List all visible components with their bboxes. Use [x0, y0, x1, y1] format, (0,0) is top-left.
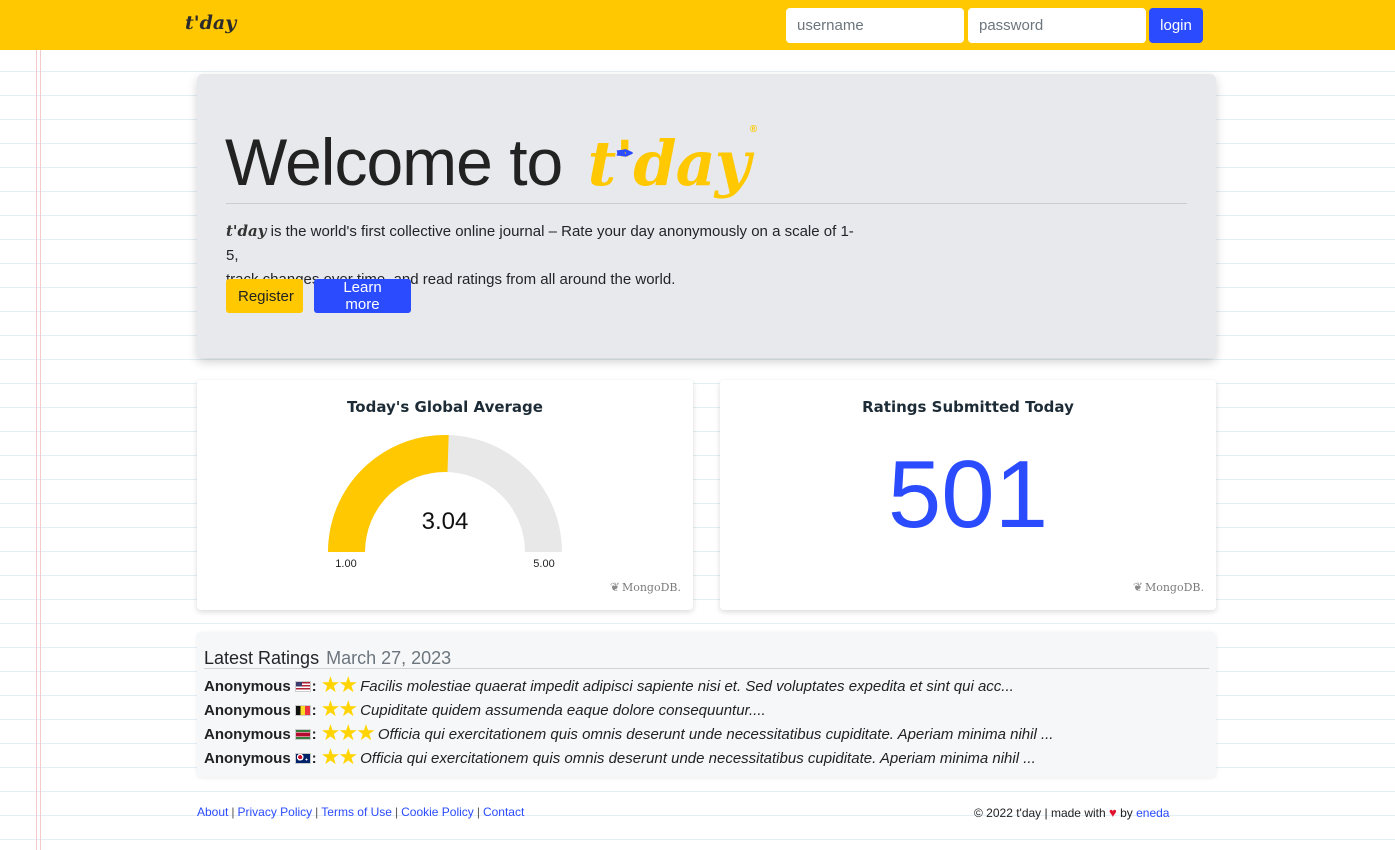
- brand-logo[interactable]: t'day: [185, 12, 236, 34]
- rating-text: Officia qui exercitationem quis omnis de…: [360, 750, 1036, 767]
- heart-icon: ♥: [1109, 805, 1117, 820]
- footer-link-about[interactable]: About: [197, 805, 228, 819]
- rating-row: Anonymous: ★★ Facilis molestiae quaerat im…: [204, 672, 1014, 697]
- welcome-jumbotron: Welcome to t'day ✒ ® t'day is the world's …: [197, 74, 1216, 358]
- feather-icon: ✒: [615, 141, 634, 167]
- register-button[interactable]: Register: [226, 279, 303, 313]
- username-input[interactable]: [786, 8, 964, 43]
- rating-stars: ★★: [320, 744, 358, 769]
- rating-stars: ★★: [320, 696, 358, 721]
- footer-separator: |: [476, 805, 480, 819]
- heading-divider: [226, 203, 1187, 204]
- rating-row: Anonymous: ★★★ Officia qui exercitationem …: [204, 720, 1054, 745]
- au-flag-icon: [294, 753, 311, 764]
- author-link[interactable]: eneda: [1136, 806, 1169, 820]
- rating-user: Anonymous: [204, 678, 291, 695]
- rating-user: Anonymous: [204, 726, 291, 743]
- rating-user: Anonymous: [204, 750, 291, 767]
- ratings-count-value: 501: [887, 441, 1049, 548]
- ratings-count-title: Ratings Submitted Today: [862, 398, 1074, 416]
- learn-more-button[interactable]: Learn more: [314, 279, 411, 313]
- footer-link-terms[interactable]: Terms of Use: [321, 805, 392, 819]
- footer-link-cookie[interactable]: Cookie Policy: [401, 805, 474, 819]
- footer-copyright: © 2022 t'day | made with: [974, 806, 1106, 820]
- rating-row: Anonymous: ★★ Officia qui exercitationem q…: [204, 744, 1036, 769]
- rating-text: Cupiditate quidem assumenda eaque dolore…: [360, 702, 766, 719]
- gauge-chart: 3.04 1.00 5.00: [328, 435, 562, 570]
- latest-ratings-divider: [204, 668, 1209, 669]
- intro-text-line-1: is the world's first collective online j…: [226, 223, 854, 264]
- latest-ratings-date: March 27, 2023: [326, 648, 452, 668]
- login-button[interactable]: login: [1149, 8, 1203, 43]
- footer-separator: |: [231, 805, 235, 819]
- ratings-count-card: Ratings Submitted Today 501 ❦ MongoDB.: [720, 380, 1216, 610]
- top-navbar: t'day login: [0, 0, 1395, 50]
- password-input[interactable]: [968, 8, 1146, 43]
- mongodb-leaf-icon: ❦: [609, 580, 620, 594]
- rating-row: Anonymous: ★★ Cupiditate quidem assumenda …: [204, 696, 766, 721]
- welcome-logo-text: t'day: [587, 127, 751, 200]
- footer-links: About | Privacy Policy | Terms of Use | Cookie…: [197, 805, 524, 819]
- footer-by: by: [1120, 806, 1133, 820]
- latest-ratings-title: Latest Ratings: [204, 648, 320, 668]
- footer-separator: |: [315, 805, 319, 819]
- mongodb-leaf-icon: ❦: [1132, 580, 1143, 594]
- mongodb-attribution: ❦ MongoDB.: [1133, 580, 1204, 594]
- sr-flag-icon: [294, 729, 311, 740]
- intro-logo: t'day: [226, 222, 267, 240]
- welcome-logo: t'day ✒ ®: [587, 124, 758, 200]
- rating-stars: ★★★: [320, 720, 376, 745]
- gauge-value-label: 3.04: [422, 508, 469, 535]
- rating-text: Facilis molestiae quaerat impedit adipis…: [360, 678, 1014, 695]
- be-flag-icon: [294, 705, 311, 716]
- registered-icon: ®: [749, 124, 757, 135]
- us-flag-icon: [294, 681, 311, 692]
- rating-user: Anonymous: [204, 702, 291, 719]
- welcome-heading: Welcome to t'day ✒ ®: [225, 124, 758, 204]
- mongodb-attribution-text: MongoDB.: [1144, 581, 1204, 594]
- mongodb-attribution-text: MongoDB.: [621, 581, 681, 594]
- welcome-prefix: Welcome to: [225, 125, 563, 199]
- rating-text: Officia qui exercitationem quis omnis de…: [377, 726, 1054, 743]
- latest-ratings-heading: Latest Ratings March 27, 2023: [204, 648, 451, 669]
- footer-link-privacy[interactable]: Privacy Policy: [237, 805, 312, 819]
- gauge-min-label: 1.00: [335, 558, 356, 570]
- global-average-card: Today's Global Average 3.04 1.00 5.00 ❦ M…: [197, 380, 693, 610]
- rating-stars: ★★: [320, 672, 358, 697]
- footer-separator: |: [394, 805, 399, 819]
- gauge-max-label: 5.00: [533, 558, 554, 570]
- footer-link-contact[interactable]: Contact: [483, 805, 524, 819]
- latest-ratings-panel: Latest Ratings March 27, 2023 Anonymous:…: [197, 632, 1216, 777]
- mongodb-attribution: ❦ MongoDB.: [610, 580, 681, 594]
- footer-credits: © 2022 t'day | made with ♥ by eneda: [974, 805, 1169, 820]
